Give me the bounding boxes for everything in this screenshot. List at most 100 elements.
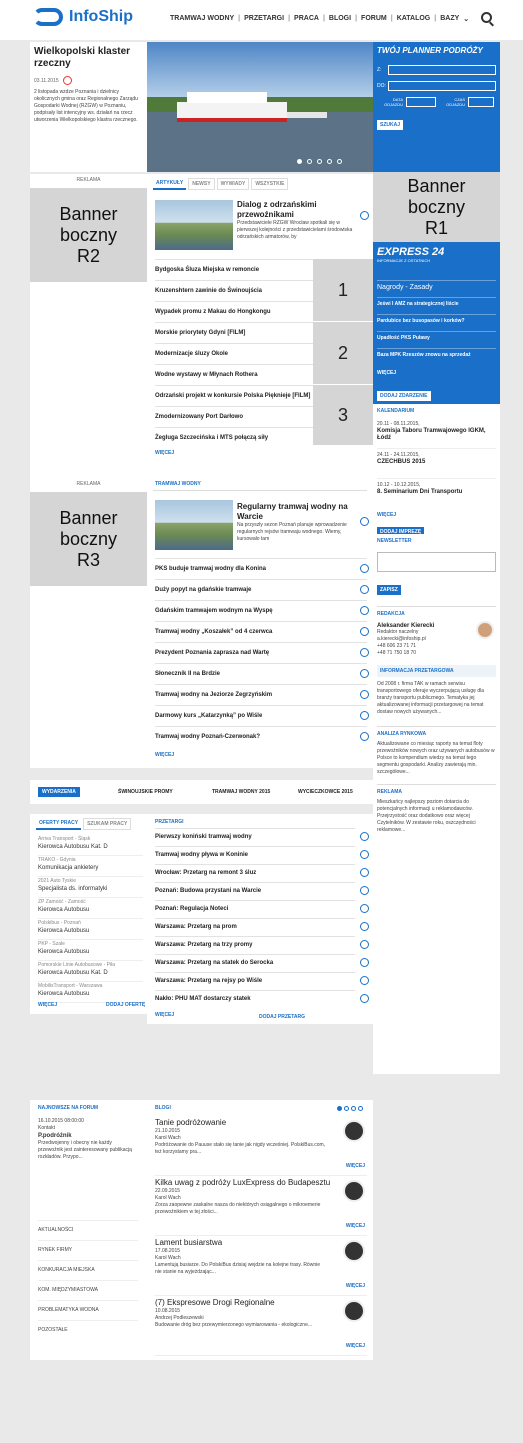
- blog-more-link[interactable]: WIĘCEJ: [346, 1283, 365, 1289]
- forum-category-link[interactable]: KOM. MIĘDZYMIASTOWA: [38, 1280, 138, 1294]
- kalendarium-more-link[interactable]: WIĘCEJ: [377, 512, 396, 518]
- arrow-circle-icon[interactable]: [360, 564, 369, 573]
- event-item[interactable]: 24.11 - 24.11.2015, CZECHBUS 2015: [377, 448, 496, 466]
- tramwaj-lead-thumb[interactable]: [155, 500, 233, 550]
- slider-dot[interactable]: [297, 159, 302, 164]
- nav-tramwaj[interactable]: TRAMWAJ WODNY: [170, 15, 234, 23]
- blog-post[interactable]: Tanie podróżowanie 21.10.2015 Karol Wach Po…: [155, 1118, 367, 1176]
- article-item[interactable]: Zmodernizowany Port Darłowo: [155, 406, 313, 426]
- arrow-circle-icon[interactable]: [360, 958, 369, 967]
- job-item[interactable]: TRAKO - Gdynia Komunikacja ankietery: [38, 857, 143, 877]
- arrow-circle-icon[interactable]: [360, 904, 369, 913]
- hero-title[interactable]: Wielkopolski klaster rzeczny: [34, 46, 143, 70]
- tender-item[interactable]: Pierwszy koniński tramwaj wodny: [155, 828, 355, 845]
- tab-artykuly[interactable]: ARTYKUŁY: [153, 178, 187, 190]
- arrow-circle-icon[interactable]: [360, 940, 369, 949]
- event-item[interactable]: 10.12 - 10.12.2015, 8. Seminarium Dni Tra…: [377, 478, 496, 496]
- arrow-circle-icon[interactable]: [360, 648, 369, 657]
- banner-r2[interactable]: Banner boczny R2: [30, 188, 147, 282]
- article-item[interactable]: Kruzenshtern zawinie do Świnoujścia: [155, 280, 313, 300]
- job-item[interactable]: Arriva Transport - Śląsk Kierowca Autobus…: [38, 836, 143, 856]
- slider-dot[interactable]: [337, 159, 342, 164]
- tramwaj-item[interactable]: Duży popyt na gdańskie tramwaje: [155, 579, 367, 599]
- banner-r3[interactable]: Banner boczny R3: [30, 492, 147, 586]
- newsletter-input[interactable]: [377, 552, 496, 572]
- arrow-circle-icon[interactable]: [360, 886, 369, 895]
- article-item[interactable]: Odrzański projekt w konkursie Polska Pię…: [155, 385, 313, 405]
- blog-post-author[interactable]: Andrzej Podleszewski: [155, 1315, 367, 1322]
- tramwaj-item[interactable]: Darmowy kurs „Katarzynką” po Wiśle: [155, 705, 367, 725]
- blog-post-title[interactable]: Kilka uwag z podróży LuxExpress do Budap…: [155, 1178, 335, 1188]
- tab-wywiady[interactable]: WYWIADY: [216, 178, 250, 190]
- nav-forum[interactable]: FORUM: [361, 15, 387, 23]
- job-title[interactable]: Kierowca Autobusu: [38, 906, 143, 914]
- lead-article-thumb[interactable]: [155, 200, 233, 250]
- blog-post[interactable]: (7) Ekspresowe Drogi Regionalne 10.08.201…: [155, 1298, 367, 1356]
- tramwaj-item[interactable]: Tramwaj wodny „Koszałek” od 4 czerwca: [155, 621, 367, 641]
- arrow-circle-icon[interactable]: [360, 994, 369, 1003]
- article-link-icon[interactable]: [360, 517, 369, 526]
- arrow-circle-icon[interactable]: [360, 732, 369, 741]
- forum-user[interactable]: P.podróżnik: [38, 1132, 138, 1140]
- forum-category-link[interactable]: PROBLEMATYKA WODNA: [38, 1300, 138, 1314]
- express-item[interactable]: Baza MPK Rzeszów znowu na sprzedaż: [377, 348, 496, 358]
- job-title[interactable]: Kierowca Autobusu: [38, 948, 143, 956]
- job-title[interactable]: Kierowca Autobusu Kat. D: [38, 969, 143, 977]
- tab-wszystkie[interactable]: WSZYSTKIE: [251, 178, 289, 190]
- express-item[interactable]: Pardubice bez busopasów i korków?: [377, 314, 496, 324]
- article-item[interactable]: Morskie priorytety Gdyni [FILM]: [155, 322, 313, 342]
- arrow-circle-icon[interactable]: [360, 627, 369, 636]
- express-item[interactable]: Upadłość PKS Puławy: [377, 331, 496, 341]
- arrow-circle-icon[interactable]: [360, 850, 369, 859]
- nav-bazy[interactable]: BAZY: [440, 15, 459, 23]
- hero-image[interactable]: [147, 42, 373, 172]
- tramwaj-more-link[interactable]: WIĘCEJ: [155, 752, 174, 758]
- article-item[interactable]: Modernizacje śluzy Okole: [155, 343, 313, 363]
- arrow-circle-icon[interactable]: [360, 976, 369, 985]
- blog-post[interactable]: Lament busiarstwa 17.08.2015 Karol Wach Lam…: [155, 1238, 367, 1296]
- nav-blogi[interactable]: BLOGI: [329, 15, 351, 23]
- express-item[interactable]: Nagrody - Zasady: [377, 280, 496, 291]
- from-input[interactable]: [388, 65, 496, 75]
- slider-dot[interactable]: [327, 159, 332, 164]
- search-icon[interactable]: [481, 12, 492, 23]
- job-title[interactable]: Kierowca Autobusu: [38, 990, 143, 998]
- tramwaj-item[interactable]: Tramwaj wodny Poznań-Czerwonak?: [155, 726, 367, 746]
- job-title[interactable]: Specjalista ds. informatyki: [38, 885, 143, 893]
- event-name[interactable]: Komisja Taboru Tramwajowego IGKM, Łódź: [377, 428, 496, 442]
- article-item[interactable]: Wypadek promu z Makau do Hongkongu: [155, 301, 313, 321]
- tender-item[interactable]: Warszawa: Przetarg na statek do Serocka: [155, 954, 355, 971]
- arrow-circle-icon[interactable]: [360, 922, 369, 931]
- search-button[interactable]: SZUKAJ: [377, 120, 404, 130]
- editor-email[interactable]: a.kierecki@infoship.pl: [377, 636, 496, 643]
- forum-category-link[interactable]: RYNEK FIRMY: [38, 1240, 138, 1254]
- tab-wydarzenia[interactable]: WYDARZENIA: [38, 787, 80, 797]
- tramwaj-item[interactable]: Prezydent Poznania zaprasza nad Wartę: [155, 642, 367, 662]
- tab-oferty[interactable]: OFERTY PRACY: [36, 818, 82, 830]
- tender-item[interactable]: Warszawa: Przetarg na rejsy po Wiśle: [155, 972, 355, 989]
- blog-post-title[interactable]: Lament busiarstwa: [155, 1238, 335, 1248]
- tender-item[interactable]: Wrocław: Przetarg na remont 3 śluz: [155, 864, 355, 881]
- add-offer-link[interactable]: DODAJ OFERTĘ: [106, 1002, 145, 1008]
- nav-katalog[interactable]: KATALOG: [397, 15, 431, 23]
- arrow-circle-icon[interactable]: [360, 832, 369, 841]
- job-item[interactable]: MobilisTransport - Warszawa Kierowca Auto…: [38, 983, 143, 1003]
- job-item[interactable]: 2021 Auto Tyskie Specjalista ds. informat…: [38, 878, 143, 898]
- arrow-circle-icon[interactable]: [360, 585, 369, 594]
- to-input[interactable]: [388, 81, 496, 91]
- article-item[interactable]: Wodne wystawy w Młynach Rothera: [155, 364, 313, 384]
- article-item[interactable]: Żegluga Szczecińska i MTS połączą siły: [155, 427, 313, 447]
- job-item[interactable]: ZP Zamość - Zamość Kierowca Autobusu: [38, 899, 143, 919]
- tender-item[interactable]: Tramwaj wodny pływa w Koninie: [155, 846, 355, 863]
- tramwaj-item[interactable]: Tramwaj wodny na Jeziorze Zegrzyńskim: [155, 684, 367, 704]
- forum-category-link[interactable]: KONKURACJA MIEJSKA: [38, 1260, 138, 1274]
- job-title[interactable]: Kierowca Autobusu: [38, 927, 143, 935]
- event-name[interactable]: 8. Seminarium Dni Transportu: [377, 489, 496, 496]
- tab-promy[interactable]: ŚWINOUJSKIE PROMY: [118, 789, 173, 795]
- lead-article-title[interactable]: Dialog z odrzańskimi przewoźnikami: [237, 200, 359, 220]
- blog-more-link[interactable]: WIĘCEJ: [346, 1343, 365, 1349]
- tender-item[interactable]: Warszawa: Przetarg na trzy promy: [155, 936, 355, 953]
- slider-dot[interactable]: [307, 159, 312, 164]
- event-name[interactable]: CZECHBUS 2015: [377, 459, 496, 466]
- add-event-button[interactable]: DODAJ ZDARZENIE: [377, 391, 431, 401]
